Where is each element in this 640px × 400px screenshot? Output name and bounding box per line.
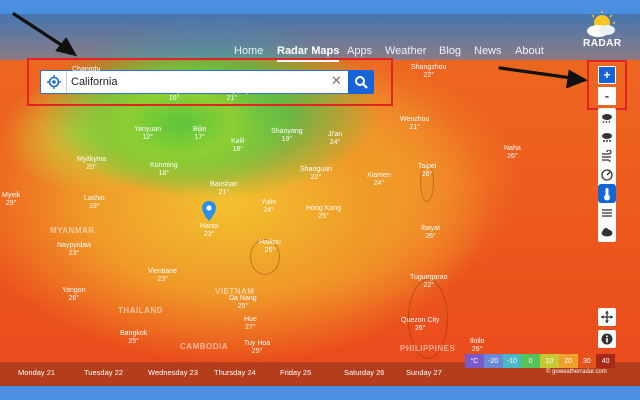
city-label: Kunming 18° [150,162,178,177]
pressure-icon [601,168,613,181]
city-label: Vientiane 23° [148,268,178,283]
city-label: Myitkyina 20° [77,156,107,171]
layer-selector [598,108,616,242]
nav-blog[interactable]: Blog [439,45,461,57]
nav-apps[interactable]: Apps [347,45,372,57]
city-label: Haikou 26° [259,239,281,254]
city-label: Hue 27° [244,316,257,331]
legend-value: 10 [540,354,559,368]
city-label: Shangzhou 22° [411,64,447,79]
search-icon [355,76,368,89]
info-button[interactable] [598,330,616,348]
city-label: Kaili 18° [231,138,245,153]
city-label: Hong Kong 25° [306,205,342,220]
fog-icon [602,208,612,217]
city-label: Ibayat 26° [421,225,441,240]
move-map-button[interactable] [598,308,616,326]
city-label: Changdu [72,66,101,73]
timeline-day[interactable]: Tuesday 22 [84,368,123,377]
timeline-day[interactable]: Friday 25 [280,368,311,377]
top-navigation: Home Radar Maps Apps Weather Blog News A… [0,14,640,62]
city-label: Lashio 19° [84,195,105,210]
zoom-out-button[interactable]: - [598,87,616,105]
timeline-day[interactable]: Thursday 24 [214,368,256,377]
temperature-legend: °C -20 -10 0 10 20 30 40 [465,354,615,368]
city-label: Wenzhou 21° [400,116,430,131]
timeline-day[interactable]: Wednesday 23 [148,368,198,377]
city-label: Yangon 26° [62,287,86,302]
city-label: Bijie 17° [193,126,207,141]
city-label: Taipei 26° [418,163,437,178]
app-window: Home Radar Maps Apps Weather Blog News A… [0,0,640,400]
city-label: Chengdu 16° [160,87,189,102]
legend-value: 20 [558,354,578,368]
city-label: Yulin 24° [261,199,277,214]
layer-pressure[interactable] [598,165,616,184]
move-arrows-icon [601,311,613,323]
city-label: Myeik 29° [2,192,21,207]
city-label: Chongqing 21° [215,87,249,102]
city-label: Naha 26° [504,145,521,160]
snow-icon [602,132,612,142]
layer-wind[interactable] [598,146,616,165]
city-label: Tuguegarao 22° [410,274,448,289]
nav-home[interactable]: Home [234,45,263,57]
region-label: CAMBODIA [180,342,228,351]
city-label: Ji'an 24° [328,131,343,146]
nav-about[interactable]: About [515,45,544,57]
timeline-day[interactable]: Sunday 27 [406,368,442,377]
crosshair-icon[interactable] [41,71,67,93]
logo-text: RADAR [583,38,622,49]
location-pin-icon[interactable] [202,201,216,226]
temperature-icon [604,187,610,200]
city-label: Quezon City 26° [401,317,440,332]
city-label: Baoshan 21° [210,181,238,196]
search-input[interactable] [71,72,331,92]
zoom-in-button[interactable]: + [598,66,616,84]
city-label: Da Nang 25° [229,295,257,310]
timeline-day[interactable]: Monday 21 [18,368,55,377]
city-label: Bangkok 25° [120,330,148,345]
close-icon[interactable]: ✕ [331,73,342,89]
city-label: Tuy Hoa 25° [244,340,271,355]
layer-temperature[interactable] [598,184,616,203]
legend-value: -10 [502,354,522,368]
city-label: Yanyuan 12° [134,126,162,141]
layer-rain[interactable] [598,108,616,127]
wind-icon [602,149,612,162]
legend-value: 0 [521,354,540,368]
region-label: MYANMAR [50,226,95,235]
city-label: Naypyidaw 23° [57,242,92,257]
region-label: PHILIPPINES [400,344,456,353]
nav-news[interactable]: News [474,45,502,57]
legend-unit: °C [465,354,484,368]
layer-cloud[interactable] [598,222,616,241]
layer-snow[interactable] [598,127,616,146]
search-button[interactable] [348,70,374,94]
city-label: Iloilo 26° [470,338,485,353]
legend-value: 40 [596,354,615,368]
legend-value: 30 [577,354,597,368]
nav-weather[interactable]: Weather [385,45,426,57]
region-label: VIETNAM [215,287,255,296]
region-label: THAILAND [118,306,163,315]
city-label: Shaoguan 22° [300,166,332,181]
cloud-icon [601,227,613,236]
timeline-day[interactable]: Saturday 26 [344,368,384,377]
city-label: Shaoyang 19° [271,128,303,143]
layer-fog[interactable] [598,203,616,222]
rain-icon [602,113,612,123]
credit-text: © goweatherradar.com [546,369,607,375]
city-label: Xiamen 24° [367,172,391,187]
legend-value: -20 [483,354,503,368]
sun-cloud-icon [587,11,615,37]
info-icon [601,333,613,345]
